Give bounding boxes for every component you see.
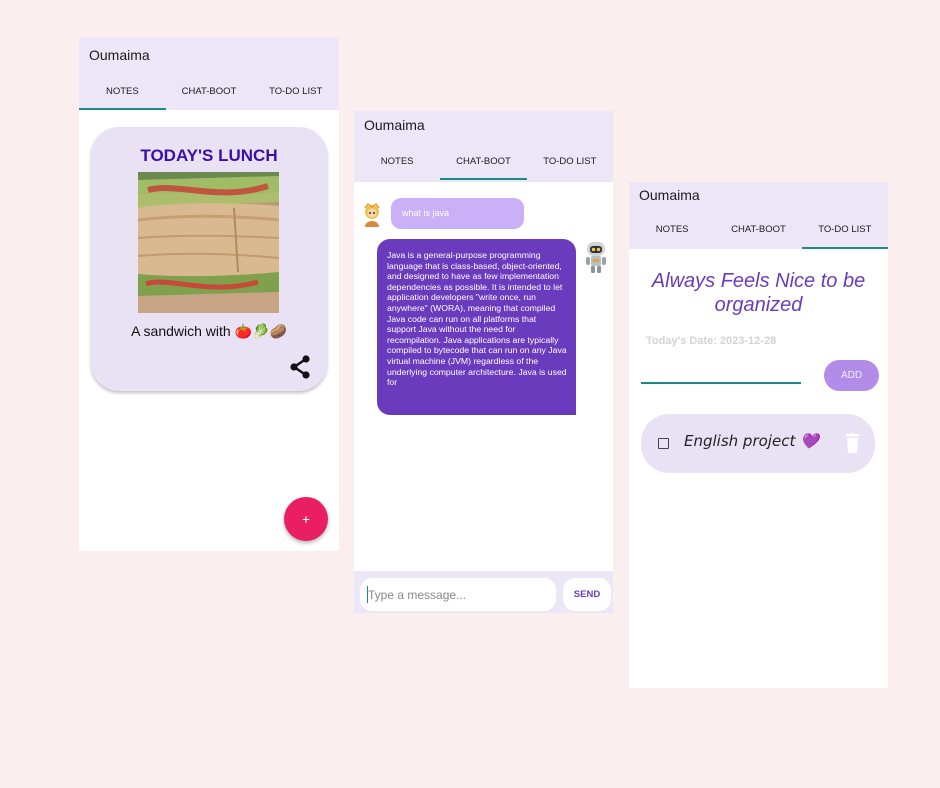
todo-heading: Always Feels Nice to be organized <box>651 270 866 316</box>
tab-notes[interactable]: NOTES <box>79 74 166 110</box>
add-note-button[interactable]: + <box>284 497 328 541</box>
trash-icon[interactable] <box>846 433 859 453</box>
app-title: Oumaima <box>89 47 150 63</box>
notes-screen: Oumaima NOTES CHAT-BOOT TO-DO LIST TODAY… <box>79 37 339 551</box>
tab-todo-list[interactable]: TO-DO LIST <box>252 74 339 110</box>
tab-bar: NOTES CHAT-BOOT TO-DO LIST <box>629 210 888 249</box>
tab-chat-boot[interactable]: CHAT-BOOT <box>166 74 253 110</box>
tab-bar: NOTES CHAT-BOOT TO-DO LIST <box>79 74 339 110</box>
todays-date: Today's Date: 2023-12-28 <box>646 335 777 347</box>
app-bar: Oumaima NOTES CHAT-BOOT TO-DO LIST <box>354 111 613 182</box>
sandwich-image <box>138 172 279 313</box>
user-message-bubble: what is java <box>391 198 524 229</box>
add-todo-button[interactable]: ADD <box>824 360 879 391</box>
tab-chat-boot[interactable]: CHAT-BOOT <box>715 210 801 249</box>
note-text: A sandwich with 🍅🥬🥔 <box>131 323 287 339</box>
tab-notes[interactable]: NOTES <box>629 210 715 249</box>
app-bar: Oumaima NOTES CHAT-BOOT TO-DO LIST <box>629 182 888 249</box>
todo-checkbox[interactable] <box>658 438 669 449</box>
chat-screen: Oumaima NOTES CHAT-BOOT TO-DO LIST what … <box>354 111 613 613</box>
tab-todo-list[interactable]: TO-DO LIST <box>801 210 888 249</box>
todo-item-text: English project 💜 <box>684 432 819 450</box>
robot-avatar-icon <box>584 240 608 274</box>
note-card[interactable]: TODAY'S LUNCH A sandwich with 🍅🥬🥔 <box>91 127 327 391</box>
todo-screen: Oumaima NOTES CHAT-BOOT TO-DO LIST Alway… <box>629 182 888 688</box>
text-caret <box>367 586 368 603</box>
todo-item: English project 💜 <box>641 414 875 473</box>
bot-message-bubble: Java is a general-purpose programming la… <box>377 239 576 415</box>
tab-chat-boot[interactable]: CHAT-BOOT <box>440 143 527 180</box>
todo-input[interactable] <box>641 360 801 384</box>
tab-bar: NOTES CHAT-BOOT TO-DO LIST <box>354 143 613 180</box>
app-title: Oumaima <box>364 117 425 133</box>
share-icon[interactable] <box>289 355 311 379</box>
send-button[interactable]: SEND <box>563 578 611 611</box>
tab-todo-list[interactable]: TO-DO LIST <box>527 143 613 180</box>
app-title: Oumaima <box>639 187 700 203</box>
user-avatar-icon <box>361 202 383 227</box>
note-title: TODAY'S LUNCH <box>140 146 278 165</box>
message-composer: SEND <box>354 571 613 613</box>
tab-notes[interactable]: NOTES <box>354 143 440 180</box>
app-bar: Oumaima NOTES CHAT-BOOT TO-DO LIST <box>79 37 339 110</box>
message-input[interactable] <box>360 578 556 611</box>
